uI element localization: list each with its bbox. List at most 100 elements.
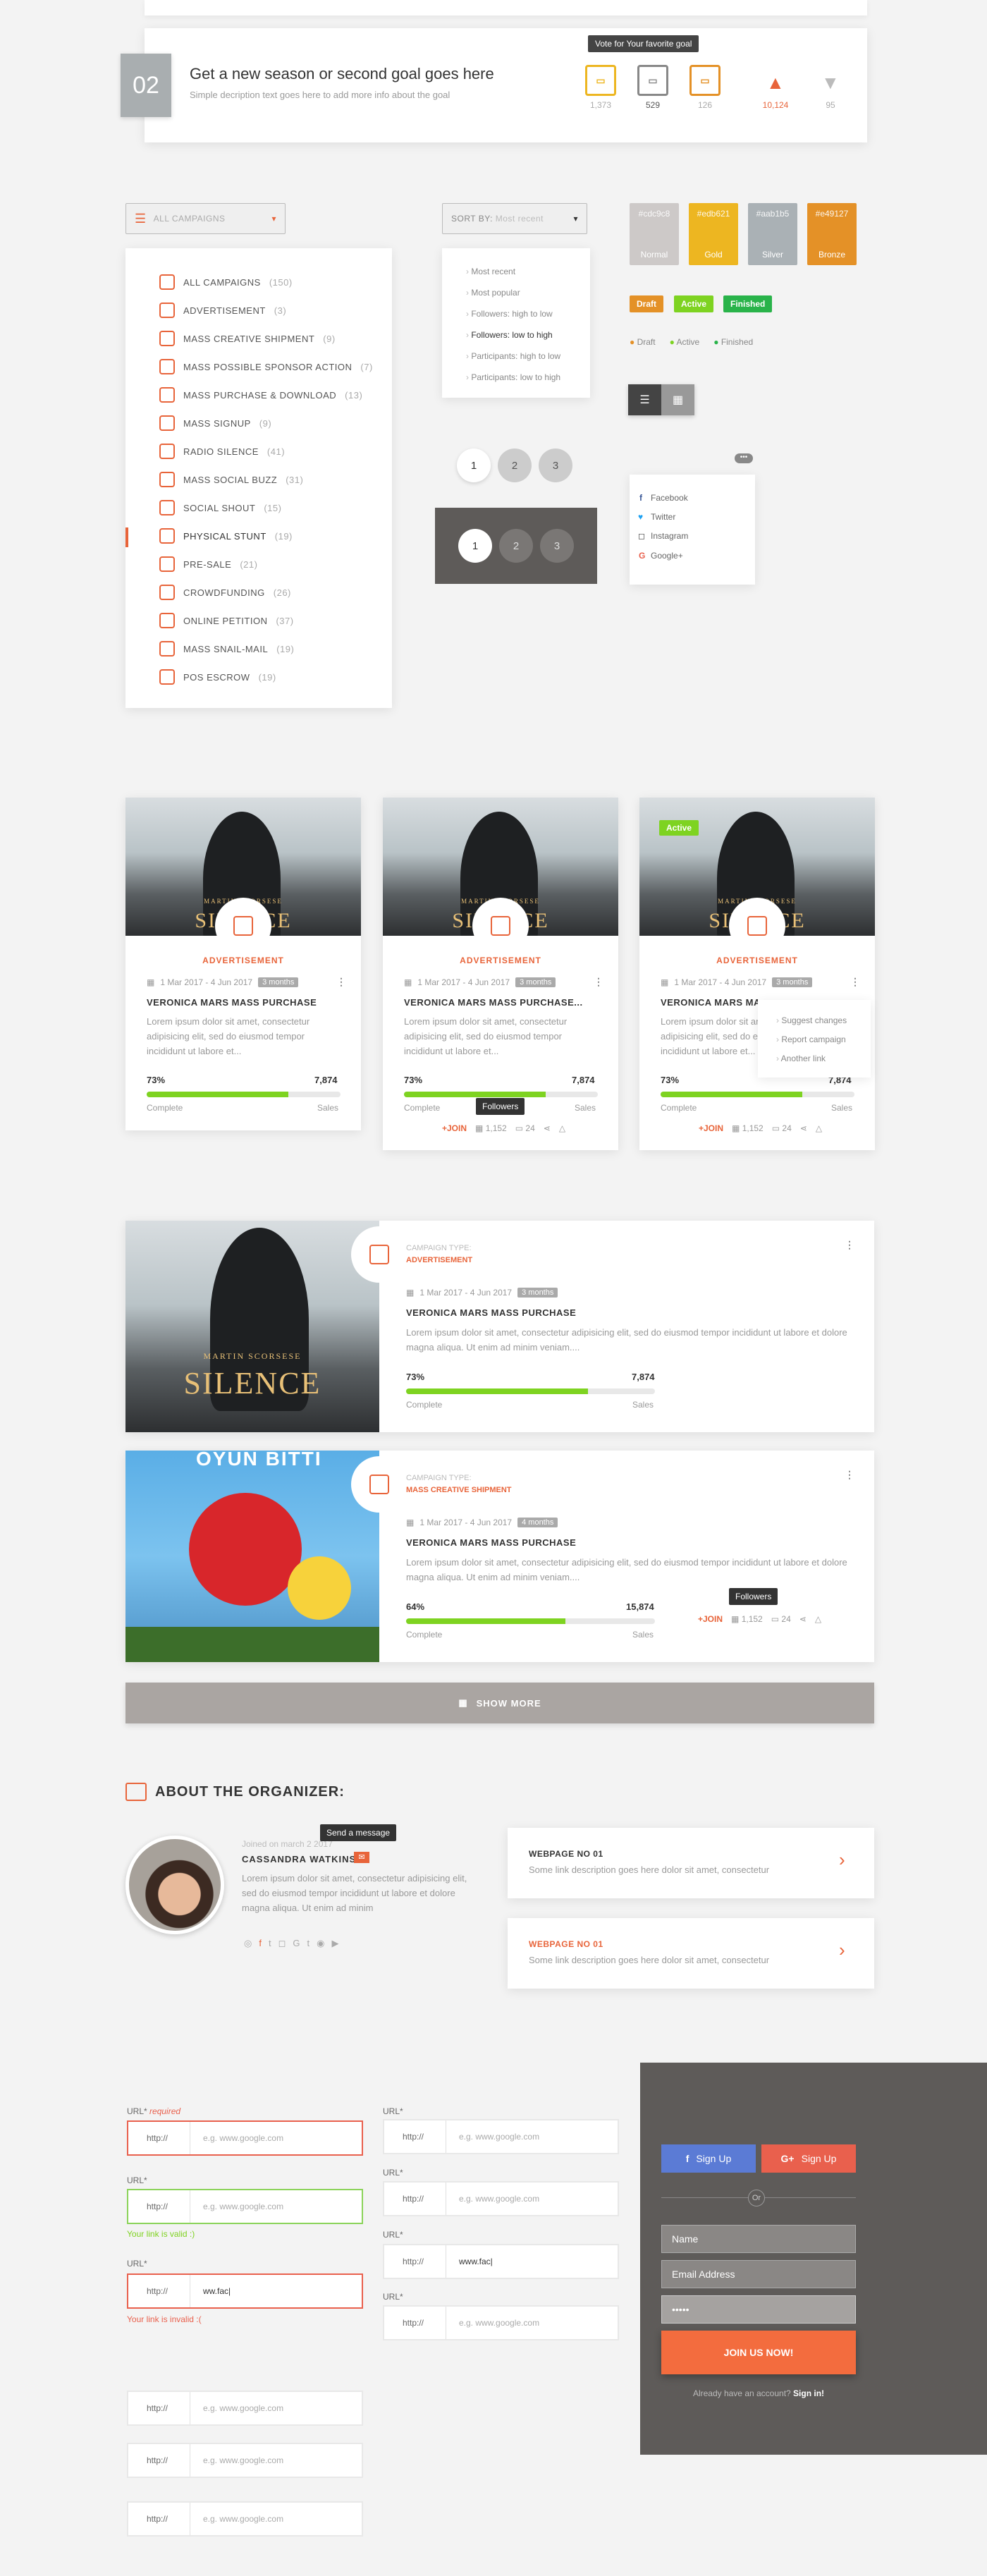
url-input[interactable]: http:// e.g. www.google.com	[383, 2181, 619, 2216]
google-signup-button[interactable]: G+ Sign Up	[761, 2144, 856, 2173]
page-1-button[interactable]: 1	[457, 448, 491, 482]
join-button[interactable]: +JOIN	[699, 1123, 723, 1133]
campaigns-dropdown-button[interactable]: ☰ ALL CAMPAIGNS ▾	[125, 203, 286, 234]
share-google[interactable]: Google+	[651, 551, 683, 561]
sort-option[interactable]: › Participants: low to high	[466, 372, 560, 382]
page-2-button[interactable]: 2	[498, 448, 532, 482]
show-more-button[interactable]: ▦ SHOW MORE	[125, 1683, 874, 1723]
comments-count[interactable]: ▭ 24	[515, 1123, 535, 1133]
comments-count[interactable]: ▭ 24	[771, 1614, 791, 1624]
warning-icon[interactable]: △	[559, 1123, 565, 1133]
more-vertical-icon[interactable]: ⋮	[594, 976, 603, 988]
twitter-icon[interactable]: t	[269, 1938, 271, 1949]
sort-option[interactable]: › Followers: low to high	[466, 330, 553, 340]
warning-icon[interactable]: △	[816, 1123, 822, 1133]
campaign-card[interactable]: MARTIN SCORSESESILENCEADVERTISEMENT▦1 Ma…	[383, 798, 618, 1150]
name-field[interactable]: Name	[661, 2225, 856, 2253]
more-vertical-icon[interactable]: ⋮	[845, 1469, 854, 1481]
menu-item[interactable]: MASS SOCIAL BUZZ (31)	[159, 472, 303, 487]
thumbs-up-icon[interactable]: ▲	[766, 72, 785, 94]
menu-item[interactable]: ONLINE PETITION (37)	[159, 613, 294, 628]
facebook-icon[interactable]: f	[259, 1938, 262, 1949]
url-input[interactable]: http:// e.g. www.google.com	[127, 2443, 363, 2478]
menu-item[interactable]: SOCIAL SHOUT (15)	[159, 500, 281, 515]
chevron-right-icon[interactable]: ›	[839, 1849, 845, 1871]
menu-item[interactable]: POS ESCROW (19)	[159, 669, 276, 685]
menu-item[interactable]: MASS SNAIL-MAIL (19)	[159, 641, 294, 657]
share-icon[interactable]: ⋖	[800, 1123, 807, 1133]
share-instagram[interactable]: Instagram	[651, 531, 688, 541]
sort-option[interactable]: › Most recent	[466, 267, 515, 276]
url-input[interactable]: http:// e.g. www.google.com	[383, 2305, 619, 2340]
sort-dropdown-button[interactable]: SORT BY: Most recent ▾	[442, 203, 587, 234]
menu-item[interactable]: ADVERTISEMENT (3)	[159, 303, 286, 318]
share-icon[interactable]: ⋖	[799, 1614, 807, 1624]
youtube-icon[interactable]: ▶	[331, 1938, 338, 1949]
menu-item[interactable]: CROWDFUNDING (26)	[159, 585, 291, 600]
page-3-button[interactable]: 3	[540, 529, 574, 563]
google-icon[interactable]: G	[293, 1938, 300, 1949]
chevron-right-icon[interactable]: ›	[839, 1939, 845, 1961]
envelope-icon[interactable]: ✉	[354, 1852, 369, 1863]
grid-view-icon[interactable]: ▦	[661, 384, 694, 415]
menu-item[interactable]: MASS SIGNUP (9)	[159, 415, 271, 431]
page-1-button[interactable]: 1	[458, 529, 492, 563]
share-twitter[interactable]: Twitter	[651, 512, 675, 522]
join-button[interactable]: +JOIN	[442, 1123, 467, 1133]
join-button[interactable]: JOIN US NOW!	[661, 2331, 856, 2374]
more-vertical-icon[interactable]: ⋮	[336, 976, 346, 988]
more-vertical-icon[interactable]: ⋮	[850, 976, 860, 988]
signin-link[interactable]: Sign in!	[793, 2388, 824, 2398]
context-menu-item[interactable]: › Report campaign	[776, 1034, 846, 1044]
join-button[interactable]: +JOIN	[698, 1614, 723, 1624]
more-dots-icon[interactable]: •••	[735, 453, 753, 463]
tv-vote-icon-2[interactable]: ▭	[637, 65, 668, 96]
tv-vote-icon-3[interactable]: ▭	[689, 65, 721, 96]
share-facebook[interactable]: Facebook	[651, 493, 688, 503]
webpage-link-card[interactable]: WEBPAGE NO 01 Some link description goes …	[508, 1918, 874, 1989]
webpage-link-card[interactable]: WEBPAGE NO 01 Some link description goes …	[508, 1828, 874, 1898]
menu-item[interactable]: MASS PURCHASE & DOWNLOAD (13)	[159, 387, 362, 403]
context-menu-item[interactable]: › Another link	[776, 1054, 826, 1063]
warning-icon[interactable]: △	[815, 1614, 821, 1624]
whatsapp-icon[interactable]: ◉	[317, 1938, 324, 1949]
menu-item[interactable]: MASS CREATIVE SHIPMENT (9)	[159, 331, 336, 346]
sort-option[interactable]: › Participants: high to low	[466, 351, 560, 361]
context-menu-item[interactable]: › Suggest changes	[776, 1015, 847, 1025]
tv-vote-icon-1[interactable]: ▭	[585, 65, 616, 96]
dribbble-icon[interactable]: ◎	[244, 1938, 252, 1949]
followers-count[interactable]: ▦ 1,152	[732, 1123, 764, 1133]
email-field[interactable]: Email Address	[661, 2260, 856, 2288]
menu-item[interactable]: PRE-SALE (21)	[159, 556, 257, 572]
password-field[interactable]: •••••	[661, 2295, 856, 2324]
followers-count[interactable]: ▦ 1,152	[475, 1123, 507, 1133]
more-vertical-icon[interactable]: ⋮	[845, 1239, 854, 1251]
followers-count[interactable]: ▦ 1,152	[731, 1614, 763, 1624]
list-view-icon[interactable]: ☰	[628, 384, 661, 415]
wide-campaign-card[interactable]: MARTIN SCORSESE SILENCE CAMPAIGN TYPE: ADVE…	[125, 1221, 874, 1432]
comments-count[interactable]: ▭ 24	[772, 1123, 792, 1133]
thumbs-down-icon[interactable]: ▼	[821, 72, 840, 94]
url-input[interactable]: http:// ww.fac|	[127, 2273, 363, 2309]
page-2-button[interactable]: 2	[499, 529, 533, 563]
sort-option[interactable]: › Followers: high to low	[466, 309, 553, 319]
campaign-card[interactable]: MARTIN SCORSESESILENCEActiveADVERTISEMEN…	[639, 798, 875, 1150]
url-input[interactable]: http:// e.g. www.google.com	[127, 2189, 363, 2224]
sort-option[interactable]: › Most popular	[466, 288, 520, 298]
url-input[interactable]: http:// e.g. www.google.com	[127, 2391, 363, 2426]
menu-item[interactable]: MASS POSSIBLE SPONSOR ACTION (7)	[159, 359, 373, 374]
page-3-button[interactable]: 3	[539, 448, 572, 482]
menu-item[interactable]: RADIO SILENCE (41)	[159, 444, 285, 459]
share-icon[interactable]: ⋖	[544, 1123, 551, 1133]
instagram-icon[interactable]: ◻	[278, 1938, 286, 1949]
url-input[interactable]: http:// e.g. www.google.com	[127, 2120, 363, 2156]
url-input[interactable]: http:// e.g. www.google.com	[127, 2501, 363, 2537]
tumblr-icon[interactable]: t	[307, 1938, 310, 1949]
menu-item[interactable]: ALL CAMPAIGNS (150)	[159, 274, 293, 290]
url-input[interactable]: http:// e.g. www.google.com	[383, 2119, 619, 2154]
wide-campaign-card[interactable]: OYUN BITTI CAMPAIGN TYPE: MASS CREATIVE SH…	[125, 1451, 874, 1662]
facebook-signup-button[interactable]: f Sign Up	[661, 2144, 756, 2173]
campaign-card[interactable]: MARTIN SCORSESESILENCEADVERTISEMENT▦1 Ma…	[125, 798, 361, 1130]
menu-item[interactable]: PHYSICAL STUNT (19)	[159, 528, 293, 544]
url-input[interactable]: http:// www.fac|	[383, 2244, 619, 2279]
